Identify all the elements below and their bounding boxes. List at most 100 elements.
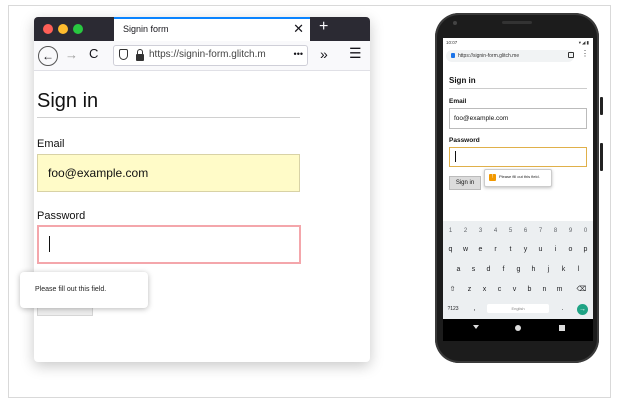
key[interactable]: 8	[548, 223, 563, 239]
keyboard-row-1: q w e r t y u i o p	[443, 242, 593, 258]
warning-icon: !	[489, 173, 496, 181]
status-icons: ▾◢▮	[578, 40, 590, 45]
window-close-button[interactable]	[43, 24, 53, 34]
key[interactable]: g	[511, 262, 526, 278]
tabs-icon[interactable]	[568, 52, 574, 58]
key[interactable]: y	[518, 242, 533, 258]
key[interactable]: q	[443, 242, 458, 258]
key[interactable]: u	[533, 242, 548, 258]
title-divider	[37, 117, 300, 118]
window-zoom-button[interactable]	[73, 24, 83, 34]
url-bar[interactable]: https://signin-form.glitch.m •••	[113, 45, 308, 66]
overflow-chevron-icon[interactable]: »	[320, 46, 328, 62]
nav-back-icon[interactable]	[473, 325, 479, 329]
key[interactable]: i	[548, 242, 563, 258]
key[interactable]: n	[537, 282, 552, 298]
key[interactable]: w	[458, 242, 473, 258]
page-actions-icon[interactable]: •••	[291, 49, 303, 59]
forward-arrow-icon[interactable]: →	[65, 47, 78, 62]
close-tab-icon[interactable]: ✕	[293, 21, 304, 37]
key[interactable]: x	[477, 282, 492, 298]
tab-signin-form[interactable]: Signin form ✕	[114, 17, 310, 41]
hamburger-menu-icon[interactable]: ☰	[349, 45, 362, 62]
front-camera	[453, 21, 457, 25]
symbols-key[interactable]: ?123	[444, 301, 462, 317]
mobile-url-bar[interactable]: https://signin-form.glitch.me	[446, 50, 574, 62]
key[interactable]: r	[488, 242, 503, 258]
space-key[interactable]: English	[487, 304, 549, 313]
mobile-page-title: Sign in	[449, 76, 476, 85]
key[interactable]: c	[492, 282, 507, 298]
key[interactable]: s	[466, 262, 481, 278]
validation-tooltip: Please fill out this field.	[20, 272, 148, 308]
key[interactable]: v	[507, 282, 522, 298]
key[interactable]: 9	[563, 223, 578, 239]
phone-volume-button	[600, 143, 603, 171]
key[interactable]: p	[578, 242, 593, 258]
nav-recents-icon[interactable]	[559, 325, 565, 331]
mobile-password-field[interactable]	[449, 147, 587, 167]
keyboard-row-3: ⇧ z x c v b n m ⌫	[443, 282, 593, 298]
key[interactable]: a	[451, 262, 466, 278]
nav-toolbar: ← → C https://signin-form.glitch.m ••• »…	[34, 41, 370, 71]
phone-screen: 10:07 ▾◢▮ https://signin-form.glitch.me …	[443, 38, 593, 341]
mobile-title-divider	[449, 88, 587, 89]
keyboard-row-2: a s d f g h j k l	[443, 262, 593, 278]
more-menu-icon[interactable]: ⋮	[581, 49, 589, 58]
lock-icon[interactable]	[136, 49, 144, 61]
enter-key[interactable]: →	[577, 304, 588, 315]
url-text[interactable]: https://signin-form.glitch.m	[149, 49, 266, 60]
key[interactable]: z	[462, 282, 477, 298]
tab-bar: Signin form ✕ +	[34, 17, 370, 41]
key[interactable]: l	[571, 262, 586, 278]
keyboard-number-row: 1 2 3 4 5 6 7 8 9 0	[443, 223, 593, 239]
text-caret	[49, 236, 50, 252]
key[interactable]: b	[522, 282, 537, 298]
android-nav-bar	[443, 319, 593, 341]
period-key[interactable]: .	[555, 301, 570, 317]
mobile-password-label: Password	[449, 137, 480, 144]
lock-icon	[451, 53, 455, 58]
email-label: Email	[37, 138, 65, 150]
key[interactable]: m	[552, 282, 567, 298]
window-minimize-button[interactable]	[58, 24, 68, 34]
mobile-url-text[interactable]: https://signin-form.glitch.me	[458, 50, 519, 62]
key[interactable]: k	[556, 262, 571, 278]
page-title: Sign in	[37, 90, 99, 112]
mobile-email-label: Email	[449, 98, 467, 105]
status-time: 10:07	[446, 40, 458, 45]
key[interactable]: 1	[443, 223, 458, 239]
mobile-email-field[interactable]	[449, 108, 587, 129]
key[interactable]: j	[541, 262, 556, 278]
key[interactable]: f	[496, 262, 511, 278]
key[interactable]: 3	[473, 223, 488, 239]
mobile-text-caret	[455, 151, 456, 162]
tab-title: Signin form	[123, 24, 169, 34]
key[interactable]: h	[526, 262, 541, 278]
shield-icon[interactable]	[119, 49, 128, 60]
shift-key[interactable]: ⇧	[445, 282, 460, 298]
password-field[interactable]	[37, 225, 301, 264]
email-field[interactable]	[37, 154, 300, 192]
key[interactable]: 4	[488, 223, 503, 239]
key[interactable]: 2	[458, 223, 473, 239]
key[interactable]: 0	[578, 223, 593, 239]
backspace-key[interactable]: ⌫	[574, 282, 589, 298]
soft-keyboard: 1 2 3 4 5 6 7 8 9 0 q w e r t y u i o p …	[443, 221, 593, 319]
key[interactable]: d	[481, 262, 496, 278]
mobile-validation-tooltip: ! Please fill out this field.	[484, 169, 552, 187]
key[interactable]: o	[563, 242, 578, 258]
key[interactable]: 7	[533, 223, 548, 239]
key[interactable]: 6	[518, 223, 533, 239]
mobile-sign-in-button[interactable]: Sign in	[449, 176, 481, 190]
back-arrow-icon[interactable]: ←	[38, 46, 58, 66]
earpiece-speaker	[502, 21, 532, 24]
new-tab-icon[interactable]: +	[319, 18, 328, 36]
comma-key[interactable]: ,	[467, 301, 482, 317]
nav-home-icon[interactable]	[515, 325, 521, 331]
key[interactable]: 5	[503, 223, 518, 239]
key[interactable]: t	[503, 242, 518, 258]
key[interactable]: e	[473, 242, 488, 258]
reload-icon[interactable]: C	[89, 46, 98, 61]
status-bar: 10:07 ▾◢▮	[443, 38, 593, 47]
